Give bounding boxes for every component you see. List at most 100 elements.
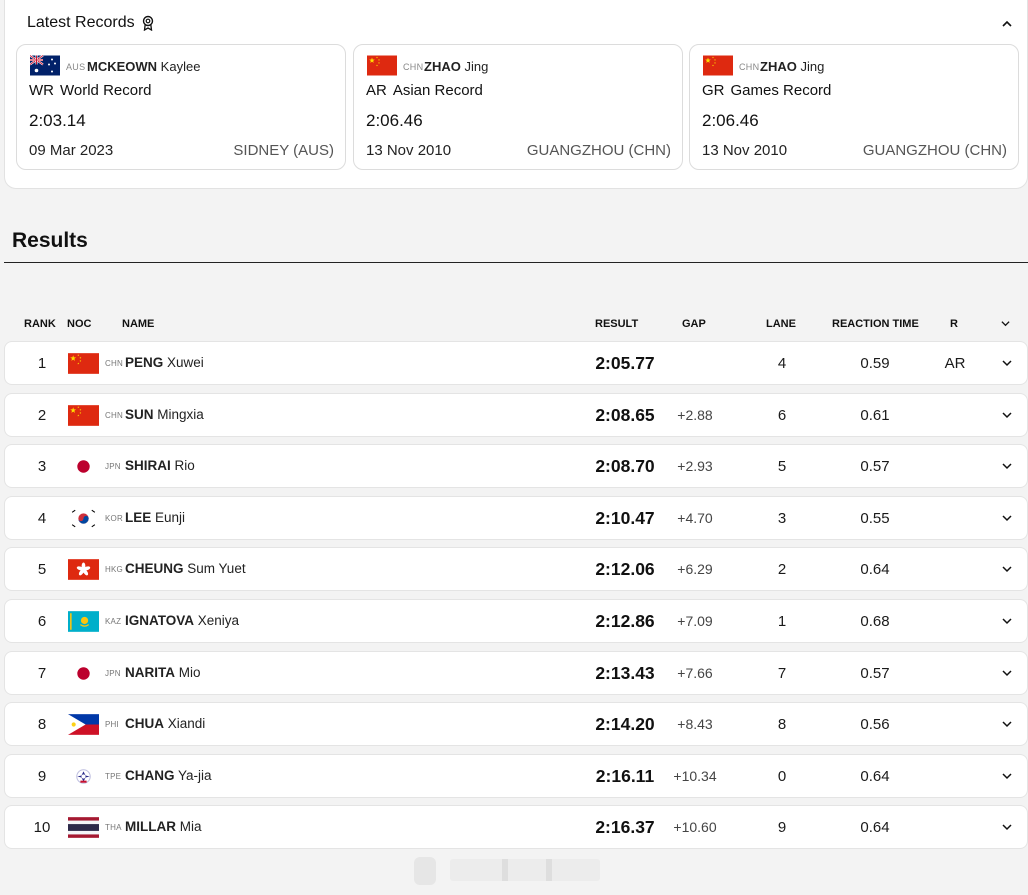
scroll-indicator <box>410 855 620 887</box>
table-row[interactable]: 8 PHI CHUA Xiandi 2:14.20 +8.43 8 0.56 <box>4 702 1028 747</box>
record-label: Asian Record <box>392 82 483 99</box>
athlete-surname: IGNATOVA <box>125 613 195 628</box>
athlete-given-name: Ya-jia <box>178 767 212 783</box>
athlete-given-name: Mio <box>178 664 201 680</box>
athlete-surname: NARITA <box>125 664 175 680</box>
results-title: Results <box>12 229 88 252</box>
row-athlete-name[interactable]: SHIRAI Rio <box>125 458 195 473</box>
table-row[interactable]: 7 JPN NARITA Mio 2:13.43 +7.66 7 0.57 <box>4 650 1028 695</box>
athlete-given-name: Sum Yuet <box>187 561 246 577</box>
record-noc: AUS <box>66 62 86 72</box>
row-reaction-time: 0.56 <box>860 716 890 734</box>
athlete-surname: CHANG <box>125 767 175 783</box>
athlete-given-name: Jing <box>464 59 489 74</box>
athlete-given-name: Xeniya <box>197 613 240 628</box>
table-row[interactable]: 4 KOR LEE Eunji 2:10.47 +4.70 3 0.55 <box>4 495 1028 540</box>
athlete-surname: SHIRAI <box>125 458 171 474</box>
record-athlete[interactable]: MCKEOWN Kaylee <box>87 59 200 74</box>
row-athlete-name[interactable]: CHEUNG Sum Yuet <box>125 561 246 576</box>
row-gap: +6.29 <box>677 561 713 578</box>
row-noc: KAZ <box>105 617 122 626</box>
row-gap: +4.70 <box>677 509 713 526</box>
record-time: 2:03.14 <box>29 111 86 130</box>
row-lane: 4 <box>777 355 787 372</box>
row-gap: +7.09 <box>677 613 713 629</box>
flag-chn-icon <box>68 353 99 374</box>
row-athlete-name[interactable]: CHUA Xiandi <box>125 716 205 731</box>
row-reaction-time: 0.68 <box>860 613 890 630</box>
chevron-down-icon[interactable] <box>1001 668 1013 678</box>
row-athlete-name[interactable]: IGNATOVA Xeniya <box>125 613 239 628</box>
header-name: NAME <box>122 318 155 330</box>
row-rank: 10 <box>33 819 51 837</box>
table-row[interactable]: 5 HKG CHEUNG Sum Yuet 2:12.06 +6.29 2 0.64 <box>4 547 1028 592</box>
row-rank: 4 <box>37 509 47 527</box>
table-row[interactable]: 9 TPE CHANG Ya-jia 2:16.11 +10.34 0 0.64 <box>4 753 1028 798</box>
chevron-down-icon[interactable] <box>1001 461 1013 471</box>
record-place: GUANGZHOU (CHN) <box>862 142 1007 159</box>
flag-hkg-icon <box>68 559 99 581</box>
row-noc: PHI <box>105 720 119 730</box>
record-card: CHN ZHAO Jing GR Games Record 2:06.46 13 Nov … <box>689 44 1019 170</box>
medal-icon <box>142 15 153 31</box>
table-row[interactable]: 2 CHN SUN Mingxia 2:08.65 +2.88 6 0.61 <box>4 392 1028 437</box>
chevron-down-icon[interactable] <box>1001 410 1013 420</box>
athlete-surname: PENG <box>125 355 164 370</box>
record-date: 09 Mar 2023 <box>29 142 114 159</box>
flag-tha-icon <box>68 817 99 839</box>
athlete-surname: CHUA <box>125 716 164 732</box>
athlete-surname: MCKEOWN <box>87 59 158 74</box>
table-row[interactable]: 1 CHN PENG Xuwei 2:05.77 4 0.59 AR <box>4 341 1028 385</box>
chevron-down-icon[interactable] <box>1001 616 1013 626</box>
row-athlete-name[interactable]: PENG Xuwei <box>125 355 204 370</box>
row-reaction-time: 0.57 <box>860 664 890 682</box>
chevron-down-icon[interactable] <box>1001 822 1013 832</box>
row-gap: +10.60 <box>673 819 717 836</box>
athlete-given-name: Mingxia <box>157 406 204 422</box>
athlete-given-name: Kaylee <box>160 59 201 74</box>
record-time: 2:06.46 <box>366 111 423 130</box>
header-reaction-time: REACTION TIME <box>832 318 919 330</box>
record-time: 2:06.46 <box>702 111 759 130</box>
row-lane: 6 <box>777 406 787 424</box>
chevron-down-icon[interactable] <box>1000 319 1011 328</box>
flag-jpn-icon <box>68 456 99 478</box>
row-rank: 9 <box>37 767 47 785</box>
row-athlete-name[interactable]: SUN Mingxia <box>125 407 204 422</box>
record-athlete[interactable]: ZHAO Jing <box>424 59 488 74</box>
table-row[interactable]: 10 THA MILLAR Mia 2:16.37 +10.60 9 0.64 <box>4 805 1028 850</box>
chevron-down-icon[interactable] <box>1001 513 1013 523</box>
row-athlete-name[interactable]: CHANG Ya-jia <box>125 768 212 783</box>
table-row[interactable]: 6 KAZ IGNATOVA Xeniya 2:12.86 +7.09 1 0.68 <box>4 599 1028 643</box>
table-row[interactable]: 3 JPN SHIRAI Rio 2:08.70 +2.93 5 0.57 <box>4 444 1028 489</box>
results-divider <box>4 262 1028 263</box>
record-card: AUS MCKEOWN Kaylee WR World Record 2:03.14 09… <box>16 44 346 170</box>
row-record: AR <box>944 355 966 372</box>
chevron-down-icon[interactable] <box>1001 771 1013 781</box>
record-athlete[interactable]: ZHAO Jing <box>760 59 824 74</box>
chevron-up-icon[interactable] <box>1001 18 1013 30</box>
chevron-down-icon[interactable] <box>1001 358 1013 368</box>
row-lane: 1 <box>777 613 787 630</box>
row-athlete-name[interactable]: NARITA Mio <box>125 665 201 680</box>
athlete-given-name: Jing <box>800 59 825 74</box>
record-code: GR <box>702 82 725 99</box>
chevron-down-icon[interactable] <box>1001 564 1013 574</box>
record-noc: CHN <box>403 62 424 72</box>
row-reaction-time: 0.61 <box>860 406 890 424</box>
flag-chn-icon <box>68 404 99 426</box>
row-rank: 2 <box>37 406 47 424</box>
flag-tpe-icon <box>68 765 99 787</box>
record-code: WR <box>29 82 54 99</box>
header-record: R <box>950 318 958 330</box>
row-athlete-name[interactable]: LEE Eunji <box>125 510 185 525</box>
athlete-surname: MILLAR <box>125 819 176 835</box>
chevron-down-icon[interactable] <box>1001 719 1013 729</box>
row-rank: 7 <box>37 664 47 682</box>
latest-records-panel: Latest Records AUS MCKEOWN Kaylee WR World … <box>4 0 1028 189</box>
record-noc: CHN <box>739 62 760 72</box>
latest-records-header: Latest Records <box>27 14 154 32</box>
row-gap: +8.43 <box>677 716 713 733</box>
athlete-surname: ZHAO <box>760 59 797 74</box>
row-athlete-name[interactable]: MILLAR Mia <box>125 819 202 834</box>
